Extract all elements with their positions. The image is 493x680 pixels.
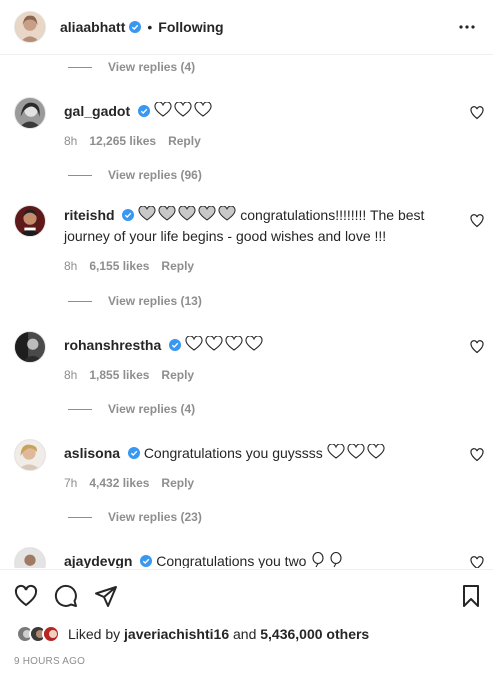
post-timestamp[interactable]: 9 HOURS AGO [14,656,85,667]
post-author-username[interactable]: aliaabhatt [60,19,125,35]
verified-badge-icon [169,339,182,351]
verified-badge-icon [129,21,142,33]
reply-button[interactable]: Reply [168,134,201,148]
liked-by-user[interactable]: javeriachishti16 [124,626,229,642]
bookmark-icon[interactable] [459,584,483,608]
verified-badge-icon [127,447,140,459]
liker-avatars [16,625,60,643]
comment-icon[interactable] [54,584,78,608]
comment-username[interactable]: gal_gadot [64,103,130,119]
comment-likes[interactable]: 6,155 likes [89,259,149,273]
following-button[interactable]: Following [158,19,223,35]
separator-dot: • [147,19,153,35]
replies-divider [68,300,92,302]
more-icon[interactable] [455,15,479,39]
comment-time[interactable]: 8h [64,134,77,148]
view-replies-button[interactable]: View replies (4) [68,60,195,74]
comment-text: Congratulations you guyssss [143,445,323,461]
reply-button[interactable]: Reply [161,368,194,382]
comment-likes[interactable]: 4,432 likes [89,476,149,490]
replies-divider [68,408,92,410]
comment-username[interactable]: ajaydevgn [64,553,132,568]
grey-hearts-emoji [138,206,236,221]
comment-likes[interactable]: 12,265 likes [89,134,156,148]
replies-divider [68,174,92,176]
comment-like-heart-icon[interactable] [470,340,484,354]
comment-username[interactable]: riteishd [64,207,115,223]
share-icon[interactable] [94,584,118,608]
replies-divider [68,66,92,68]
liked-by-prefix: Liked by [68,626,121,642]
view-replies-button[interactable]: View replies (4) [68,402,195,416]
avatar[interactable] [14,331,46,363]
view-replies-button[interactable]: View replies (23) [68,510,202,524]
comments-list[interactable]: View replies (4) gal_gadot 8h 12,265 lik… [0,55,493,568]
avatar [42,625,60,643]
avatar[interactable] [14,205,46,237]
comment-username[interactable]: rohanshrestha [64,337,161,353]
comment-time[interactable]: 8h [64,259,77,273]
comment-like-heart-icon[interactable] [470,106,484,120]
balloon-emoji [312,552,342,568]
comment-like-heart-icon[interactable] [470,214,484,228]
white-hearts-emoji [185,336,263,351]
reply-button[interactable]: Reply [161,476,194,490]
comment-time[interactable]: 8h [64,368,77,382]
comment-time[interactable]: 7h [64,476,77,490]
comment-like-heart-icon[interactable] [470,556,484,568]
comment-like-heart-icon[interactable] [470,448,484,462]
comment-text: Congratulations you two [156,553,307,568]
comment-likes[interactable]: 1,855 likes [89,368,149,382]
comment-username[interactable]: aslisona [64,445,120,461]
view-replies-button[interactable]: View replies (96) [68,168,202,182]
reply-button[interactable]: Reply [161,259,194,273]
white-hearts-emoji [154,102,212,117]
avatar[interactable] [14,97,46,129]
verified-badge-icon [140,555,153,567]
replies-divider [68,516,92,518]
avatar[interactable] [14,547,46,568]
white-hearts-emoji [327,444,385,459]
view-replies-button[interactable]: View replies (13) [68,294,202,308]
verified-badge-icon [138,105,151,117]
liked-by-row[interactable]: Liked by javeriachishti16 and 5,436,000 … [16,625,369,643]
comment-text: congratulations!!!!!!!! The best journey… [64,207,425,244]
heart-icon[interactable] [14,584,38,608]
liked-by-conjunction: and [233,626,257,642]
post-actions [0,569,493,619]
verified-badge-icon [122,209,135,221]
likes-count[interactable]: 5,436,000 others [260,626,369,642]
avatar[interactable] [14,439,46,471]
avatar[interactable] [14,11,46,43]
post-header: aliaabhatt • Following [0,0,493,55]
